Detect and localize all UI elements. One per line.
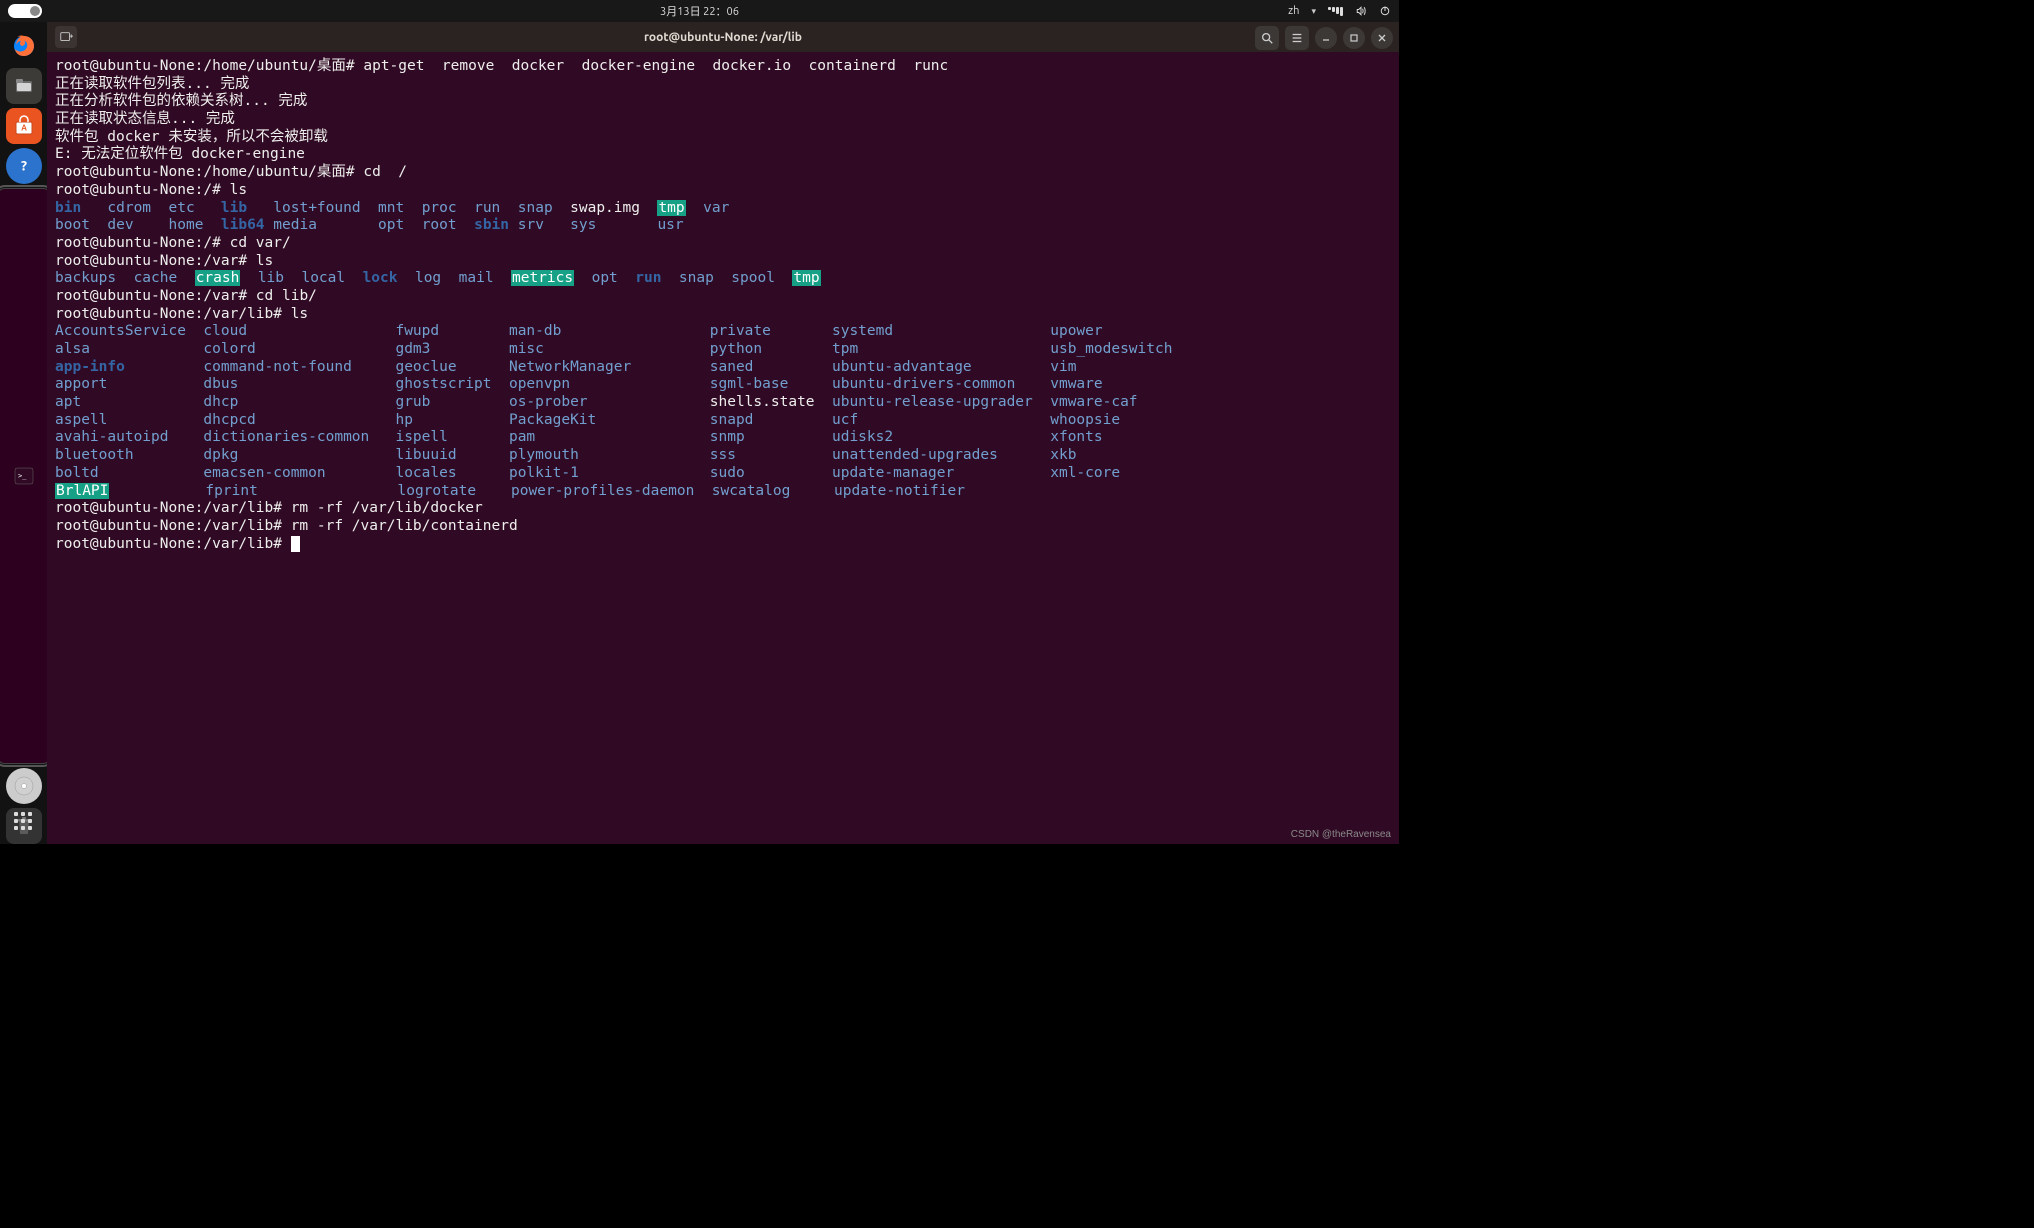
new-tab-button[interactable] — [55, 26, 77, 48]
terminal-line: root@ubuntu-None:/home/ubuntu/桌面# cd / — [55, 164, 1391, 182]
input-method-chevron-icon: ▾ — [1311, 7, 1316, 16]
dock-firefox-icon[interactable] — [6, 28, 42, 64]
terminal-line: root@ubuntu-None:/var# ls — [55, 253, 1391, 271]
hamburger-menu-button[interactable] — [1285, 26, 1309, 50]
terminal-line: avahi-autoipd dictionaries-common ispell… — [55, 429, 1391, 447]
svg-text:?: ? — [20, 158, 26, 174]
dock-help-icon[interactable]: ? — [6, 148, 42, 184]
dock-disc-icon[interactable] — [6, 768, 42, 804]
terminal-line: E: 无法定位软件包 docker-engine — [55, 146, 1391, 164]
terminal-viewport[interactable]: root@ubuntu-None:/home/ubuntu/桌面# apt-ge… — [47, 52, 1399, 844]
clock[interactable]: 3月13日 22：06 — [660, 3, 739, 19]
terminal-line: AccountsService cloud fwupd man-db priva… — [55, 323, 1391, 341]
terminal-line: root@ubuntu-None:/var# cd lib/ — [55, 288, 1391, 306]
watermark: CSDN @theRavensea — [1291, 829, 1391, 840]
terminal-line: 正在读取状态信息... 完成 — [55, 111, 1391, 129]
activities-pill[interactable] — [8, 4, 42, 18]
terminal-line: bluetooth dpkg libuuid plymouth sss unat… — [55, 447, 1391, 465]
dock-terminal-icon[interactable]: >_ — [0, 188, 51, 764]
activities-area[interactable] — [8, 4, 42, 18]
terminal-line: boot dev home lib64 media opt root sbin … — [55, 217, 1391, 235]
input-method-indicator[interactable]: zh — [1288, 5, 1299, 17]
terminal-line: root@ubuntu-None:/# cd var/ — [55, 235, 1391, 253]
terminal-line: apport dbus ghostscript openvpn sgml-bas… — [55, 376, 1391, 394]
network-icon — [1328, 7, 1343, 16]
terminal-cursor — [291, 536, 300, 552]
terminal-line: root@ubuntu-None:/# ls — [55, 182, 1391, 200]
terminal-window: root@ubuntu-None: /var/lib root@ubuntu-N… — [47, 22, 1399, 844]
terminal-line: 软件包 docker 未安装，所以不会被卸载 — [55, 129, 1391, 147]
system-top-bar: 3月13日 22：06 zh ▾ — [0, 0, 1399, 22]
minimize-button[interactable] — [1315, 27, 1337, 49]
dock-files-icon[interactable] — [6, 68, 42, 104]
window-title: root@ubuntu-None: /var/lib — [644, 31, 802, 44]
dock: A ? >_ — [0, 22, 47, 844]
terminal-line: bin cdrom etc lib lost+found mnt proc ru… — [55, 200, 1391, 218]
terminal-line: BrlAPI fprint logrotate power-profiles-d… — [55, 483, 1391, 501]
terminal-line: 正在读取软件包列表... 完成 — [55, 76, 1391, 94]
terminal-line: root@ubuntu-None:/home/ubuntu/桌面# apt-ge… — [55, 58, 1391, 76]
power-icon — [1379, 5, 1391, 17]
status-area[interactable]: zh ▾ — [1288, 5, 1391, 17]
terminal-line: root@ubuntu-None:/var/lib# rm -rf /var/l… — [55, 500, 1391, 518]
terminal-line: root@ubuntu-None:/var/lib# — [55, 536, 1391, 554]
terminal-line: app-info command-not-found geoclue Netwo… — [55, 359, 1391, 377]
maximize-button[interactable] — [1343, 27, 1365, 49]
show-apps-icon[interactable] — [14, 812, 34, 832]
terminal-line: root@ubuntu-None:/var/lib# ls — [55, 306, 1391, 324]
svg-text:>_: >_ — [18, 472, 27, 480]
terminal-line: 正在分析软件包的依赖关系树... 完成 — [55, 93, 1391, 111]
window-titlebar: root@ubuntu-None: /var/lib — [47, 22, 1399, 52]
terminal-line: root@ubuntu-None:/var/lib# rm -rf /var/l… — [55, 518, 1391, 536]
terminal-line: boltd emacsen-common locales polkit-1 su… — [55, 465, 1391, 483]
terminal-line: apt dhcp grub os-prober shells.state ubu… — [55, 394, 1391, 412]
volume-icon — [1355, 5, 1367, 17]
close-button[interactable] — [1371, 27, 1393, 49]
terminal-line: backups cache crash lib local lock log m… — [55, 270, 1391, 288]
terminal-line: alsa colord gdm3 misc python tpm usb_mod… — [55, 341, 1391, 359]
search-button[interactable] — [1255, 26, 1279, 50]
dock-software-icon[interactable]: A — [6, 108, 42, 144]
terminal-line: aspell dhcpcd hp PackageKit snapd ucf wh… — [55, 412, 1391, 430]
svg-text:A: A — [21, 124, 27, 133]
